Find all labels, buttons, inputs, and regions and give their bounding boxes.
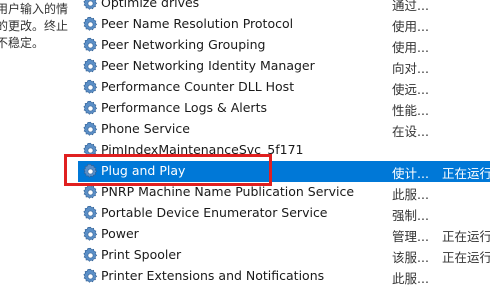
- services-list: Optimize drives 通过... Peer Name Resolution…: [78, 0, 490, 290]
- gear-service-icon: [82, 0, 99, 12]
- description-line: 的更改。终止: [0, 19, 69, 33]
- gear-service-icon: [82, 58, 99, 75]
- service-row[interactable]: Peer Name Resolution Protocol 使用...: [78, 14, 490, 35]
- description-line: 用户输入的情: [0, 2, 69, 16]
- service-row[interactable]: Peer Networking Identity Manager 向对...: [78, 56, 490, 77]
- service-row[interactable]: Phone Service 在设...: [78, 119, 490, 140]
- service-row[interactable]: PNRP Machine Name Publication Service 此服.…: [78, 182, 490, 203]
- service-name: Peer Networking Grouping: [101, 37, 266, 52]
- service-description: 使计...: [392, 166, 429, 181]
- service-row[interactable]: Plug and Play 使计... 正在运行: [78, 161, 490, 182]
- service-description: 通过...: [392, 0, 429, 13]
- service-status: 正在运行: [442, 250, 490, 265]
- gear-service-icon: [82, 16, 99, 33]
- service-name: Phone Service: [101, 121, 190, 136]
- gear-service-icon: [82, 184, 99, 201]
- service-name: Performance Logs & Alerts: [101, 100, 267, 115]
- gear-service-icon: [82, 205, 99, 222]
- service-name: Print Spooler: [101, 247, 182, 262]
- service-row[interactable]: Performance Logs & Alerts 性能...: [78, 98, 490, 119]
- service-row[interactable]: Print Spooler 该服... 正在运行: [78, 245, 490, 266]
- service-name: Power: [101, 226, 139, 241]
- service-name: Peer Name Resolution Protocol: [101, 16, 294, 31]
- service-description: 使远...: [392, 82, 429, 97]
- gear-service-icon: [82, 163, 99, 180]
- service-row[interactable]: PimIndexMaintenanceSvc_5f171: [78, 140, 490, 161]
- service-description: 在设...: [392, 124, 429, 139]
- service-description: 向对...: [392, 61, 429, 76]
- service-row[interactable]: Optimize drives 通过...: [78, 0, 490, 14]
- gear-service-icon: [82, 268, 99, 285]
- gear-service-icon: [82, 226, 99, 243]
- service-name: Printer Extensions and Notifications: [101, 268, 325, 283]
- service-name: Plug and Play: [101, 163, 186, 178]
- gear-service-icon: [82, 121, 99, 138]
- service-description: 此服...: [392, 271, 429, 286]
- description-line: 不稳定。: [0, 36, 45, 50]
- service-description: 强制...: [392, 208, 429, 223]
- service-status: 正在运行: [442, 166, 490, 181]
- service-row[interactable]: Peer Networking Grouping 使用...: [78, 35, 490, 56]
- service-description: 性能...: [392, 103, 429, 118]
- service-name: Optimize drives: [101, 0, 200, 10]
- service-description: 使用...: [392, 40, 429, 55]
- gear-service-icon: [82, 100, 99, 117]
- service-name: Performance Counter DLL Host: [101, 79, 295, 94]
- service-description: 使用...: [392, 19, 429, 34]
- service-row[interactable]: Power 管理... 正在运行: [78, 224, 490, 245]
- service-name: Portable Device Enumerator Service: [101, 205, 328, 220]
- service-name: PimIndexMaintenanceSvc_5f171: [101, 142, 304, 157]
- gear-service-icon: [82, 247, 99, 264]
- gear-service-icon: [82, 37, 99, 54]
- service-status: 正在运行: [442, 229, 490, 244]
- gear-service-icon: [82, 142, 99, 159]
- service-row[interactable]: Portable Device Enumerator Service 强制...: [78, 203, 490, 224]
- gear-service-icon: [82, 79, 99, 96]
- service-description-pane: 用户输入的情 的更改。终止 不稳定。: [0, 0, 72, 290]
- service-row[interactable]: Printer Extensions and Notifications 此服..…: [78, 266, 490, 287]
- service-description: 该服...: [392, 250, 429, 265]
- service-name: PNRP Machine Name Publication Service: [101, 184, 355, 199]
- service-description: 此服...: [392, 187, 429, 202]
- service-description: 管理...: [392, 229, 429, 244]
- service-name: Peer Networking Identity Manager: [101, 58, 315, 73]
- service-row[interactable]: Performance Counter DLL Host 使远...: [78, 77, 490, 98]
